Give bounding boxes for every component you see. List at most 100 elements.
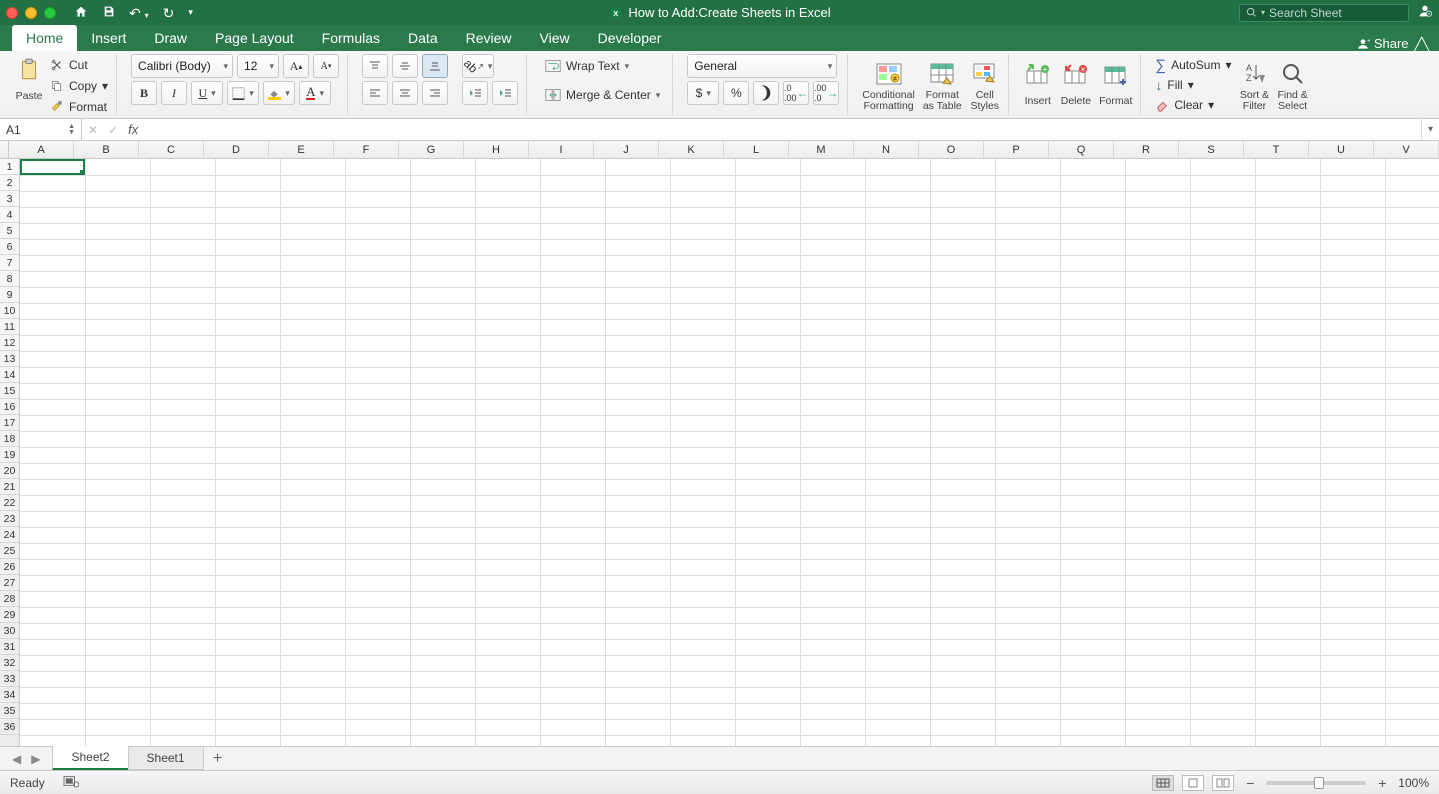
bold-button[interactable]: B: [131, 81, 157, 105]
currency-button[interactable]: $▾: [687, 81, 719, 105]
minimize-window-icon[interactable]: [25, 7, 37, 19]
column-header[interactable]: V: [1374, 141, 1439, 158]
sheet-nav-prev-icon[interactable]: ◀: [12, 752, 21, 766]
column-header[interactable]: T: [1244, 141, 1309, 158]
sheet-tab-sheet1[interactable]: Sheet1: [128, 747, 204, 770]
row-header[interactable]: 11: [0, 319, 19, 335]
zoom-out-button[interactable]: −: [1242, 775, 1258, 791]
row-header[interactable]: 26: [0, 559, 19, 575]
row-header[interactable]: 8: [0, 271, 19, 287]
row-header[interactable]: 25: [0, 543, 19, 559]
row-header[interactable]: 14: [0, 367, 19, 383]
align-middle-button[interactable]: [392, 54, 418, 78]
row-header[interactable]: 21: [0, 479, 19, 495]
row-header[interactable]: 4: [0, 207, 19, 223]
format-as-table-button[interactable]: Format as Table: [923, 54, 962, 115]
fx-icon[interactable]: fx: [128, 122, 138, 137]
enter-formula-icon[interactable]: ✓: [108, 123, 118, 137]
cancel-formula-icon[interactable]: ✕: [88, 123, 98, 137]
font-name-input[interactable]: Calibri (Body)▾: [131, 54, 233, 78]
sheet-nav-next-icon[interactable]: ▶: [31, 752, 40, 766]
row-header[interactable]: 28: [0, 591, 19, 607]
redo-icon[interactable]: ↻: [163, 6, 175, 20]
row-header[interactable]: 24: [0, 527, 19, 543]
row-header[interactable]: 1: [0, 159, 19, 175]
copy-button[interactable]: Copy ▾: [50, 77, 108, 95]
qat-customize-icon[interactable]: ▾: [188, 8, 193, 17]
column-header[interactable]: D: [204, 141, 269, 158]
delete-cells-button[interactable]: ✕ Delete: [1061, 54, 1091, 115]
format-cells-button[interactable]: Format: [1099, 54, 1132, 115]
row-header[interactable]: 35: [0, 703, 19, 719]
page-break-view-button[interactable]: [1212, 775, 1234, 791]
row-header[interactable]: 10: [0, 303, 19, 319]
tab-draw[interactable]: Draw: [140, 25, 201, 51]
save-icon[interactable]: [102, 5, 115, 20]
maximize-window-icon[interactable]: [44, 7, 56, 19]
find-select-button[interactable]: Find & Select: [1277, 54, 1307, 115]
font-size-input[interactable]: 12▾: [237, 54, 279, 78]
page-layout-view-button[interactable]: [1182, 775, 1204, 791]
column-header[interactable]: Q: [1049, 141, 1114, 158]
expand-formula-bar-icon[interactable]: ▾: [1421, 119, 1439, 140]
row-header[interactable]: 23: [0, 511, 19, 527]
align-bottom-button[interactable]: [422, 54, 448, 78]
fill-button[interactable]: ↓Fill▾: [1155, 76, 1231, 94]
orientation-button[interactable]: ab↗▾: [462, 54, 494, 78]
row-header[interactable]: 20: [0, 463, 19, 479]
cut-button[interactable]: Cut: [50, 56, 108, 74]
align-top-button[interactable]: [362, 54, 388, 78]
comma-button[interactable]: ❩: [753, 81, 779, 105]
tab-home[interactable]: Home: [12, 25, 77, 51]
row-header[interactable]: 9: [0, 287, 19, 303]
zoom-level[interactable]: 100%: [1398, 776, 1429, 790]
column-header[interactable]: K: [659, 141, 724, 158]
row-header[interactable]: 15: [0, 383, 19, 399]
row-header[interactable]: 31: [0, 639, 19, 655]
row-header[interactable]: 3: [0, 191, 19, 207]
tab-developer[interactable]: Developer: [584, 25, 676, 51]
row-header[interactable]: 32: [0, 655, 19, 671]
tab-page-layout[interactable]: Page Layout: [201, 25, 308, 51]
column-header[interactable]: O: [919, 141, 984, 158]
italic-button[interactable]: I: [161, 81, 187, 105]
row-header[interactable]: 6: [0, 239, 19, 255]
column-header[interactable]: G: [399, 141, 464, 158]
row-header[interactable]: 33: [0, 671, 19, 687]
column-header[interactable]: A: [9, 141, 74, 158]
decrease-decimal-button[interactable]: .00.0→: [813, 81, 839, 105]
column-header[interactable]: F: [334, 141, 399, 158]
wrap-text-button[interactable]: Wrap Text▾: [541, 58, 664, 74]
search-sheet-input[interactable]: ▾ Search Sheet: [1239, 4, 1409, 22]
number-format-select[interactable]: General▾: [687, 54, 837, 78]
sort-filter-button[interactable]: AZ Sort & Filter: [1239, 54, 1269, 115]
formula-input[interactable]: [144, 119, 1421, 140]
row-header[interactable]: 5: [0, 223, 19, 239]
underline-button[interactable]: U▾: [191, 81, 223, 105]
zoom-in-button[interactable]: +: [1374, 775, 1390, 791]
column-header[interactable]: U: [1309, 141, 1374, 158]
tab-view[interactable]: View: [526, 25, 584, 51]
column-header[interactable]: P: [984, 141, 1049, 158]
select-all-corner[interactable]: [0, 141, 9, 158]
autosum-button[interactable]: ∑AutoSum▾: [1155, 56, 1231, 74]
insert-cells-button[interactable]: + Insert: [1023, 54, 1053, 115]
row-header[interactable]: 16: [0, 399, 19, 415]
row-header[interactable]: 30: [0, 623, 19, 639]
increase-font-button[interactable]: A▴: [283, 54, 309, 78]
column-header[interactable]: N: [854, 141, 919, 158]
column-header[interactable]: M: [789, 141, 854, 158]
border-button[interactable]: ▾: [227, 81, 259, 105]
row-header[interactable]: 19: [0, 447, 19, 463]
clear-button[interactable]: Clear▾: [1155, 96, 1231, 114]
font-color-button[interactable]: A▾: [299, 81, 331, 105]
format-painter-button[interactable]: Format: [50, 98, 108, 116]
increase-indent-button[interactable]: [492, 81, 518, 105]
normal-view-button[interactable]: [1152, 775, 1174, 791]
row-header[interactable]: 13: [0, 351, 19, 367]
name-box[interactable]: A1 ▲▼: [0, 119, 82, 140]
undo-icon[interactable]: ↶ ▾: [129, 6, 149, 20]
row-header[interactable]: 17: [0, 415, 19, 431]
row-header[interactable]: 27: [0, 575, 19, 591]
column-header[interactable]: C: [139, 141, 204, 158]
